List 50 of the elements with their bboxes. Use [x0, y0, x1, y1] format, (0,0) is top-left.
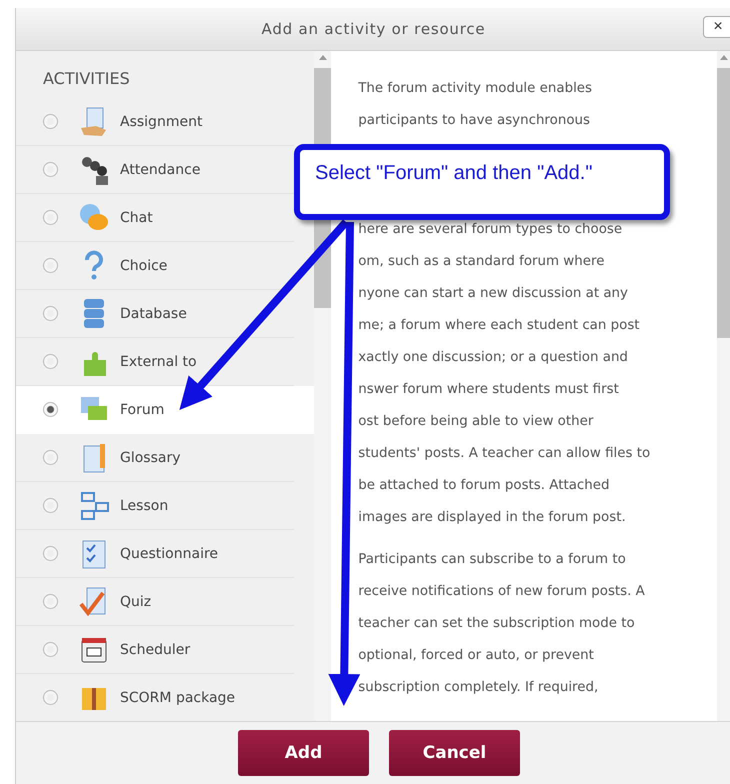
activity-item[interactable]: Chat: [16, 194, 294, 242]
description-line: receive notifications of new forum posts. A: [358, 583, 646, 601]
description-line: om, such as a standard forum where: [358, 253, 606, 271]
description-line: optional, forced or auto, or prevent: [358, 647, 595, 665]
radio-button[interactable]: [43, 162, 58, 177]
description-line: Participants can subscribe to a forum to: [358, 551, 627, 569]
radio-button[interactable]: [43, 594, 58, 609]
cancel-button[interactable]: Cancel: [389, 730, 520, 776]
radio-button[interactable]: [43, 354, 58, 369]
radio-button[interactable]: [43, 210, 58, 225]
description-line: teacher can set the subscription mode to: [358, 615, 636, 633]
radio-button[interactable]: [43, 258, 58, 273]
radio-button[interactable]: [43, 114, 58, 129]
radio-button[interactable]: [43, 546, 58, 561]
add-button[interactable]: Add: [238, 730, 369, 776]
callout-text: Select "Forum" and then "Add.": [315, 162, 592, 185]
activity-item[interactable]: Assignment: [16, 98, 294, 146]
description-line: students' posts. A teacher can allow files to: [358, 445, 652, 463]
activity-item[interactable]: Questionnaire: [16, 530, 294, 578]
radio-button[interactable]: [43, 450, 58, 465]
radio-button[interactable]: [43, 642, 58, 657]
close-button[interactable]: ×: [703, 16, 730, 38]
description-line: nyone can start a new discussion at any: [358, 285, 629, 303]
description-line: subscription completely. If required,: [358, 679, 600, 697]
radio-button[interactable]: [43, 690, 58, 705]
description-line: be attached to forum posts. Attached: [358, 477, 611, 495]
radio-button[interactable]: [43, 306, 58, 321]
activity-item[interactable]: Choice: [16, 242, 294, 290]
description-line: xactly one discussion; or a question and: [358, 349, 629, 367]
description-line: here are several forum types to choose: [358, 221, 624, 239]
activity-item[interactable]: Glossary: [16, 434, 294, 482]
scroll-up-icon[interactable]: [318, 55, 326, 60]
activity-item[interactable]: Attendance: [16, 146, 294, 194]
description-line: images are displayed in the forum post.: [358, 509, 627, 527]
dialog-title: Add an activity or resource: [262, 20, 486, 38]
activity-item[interactable]: Lesson: [16, 482, 294, 530]
description-line: me; a forum where each student can post: [358, 317, 641, 335]
activity-item[interactable]: Quiz: [16, 578, 294, 626]
activity-item[interactable]: Database: [16, 290, 294, 338]
activity-item[interactable]: Forum: [16, 386, 314, 434]
activity-item[interactable]: Scheduler: [16, 626, 294, 674]
radio-button[interactable]: [43, 402, 58, 417]
scroll-up-icon[interactable]: [720, 55, 728, 60]
section-heading: ACTIVITIES: [42, 69, 131, 90]
description-line: The forum activity module enables: [358, 80, 594, 98]
description-line: participants to have asynchronous: [358, 112, 591, 130]
flowchart-icon: [78, 490, 110, 522]
description-line: nswer forum where students must first: [358, 381, 620, 399]
radio-button[interactable]: [43, 498, 58, 513]
description-line: ost before being able to view other: [358, 413, 594, 431]
